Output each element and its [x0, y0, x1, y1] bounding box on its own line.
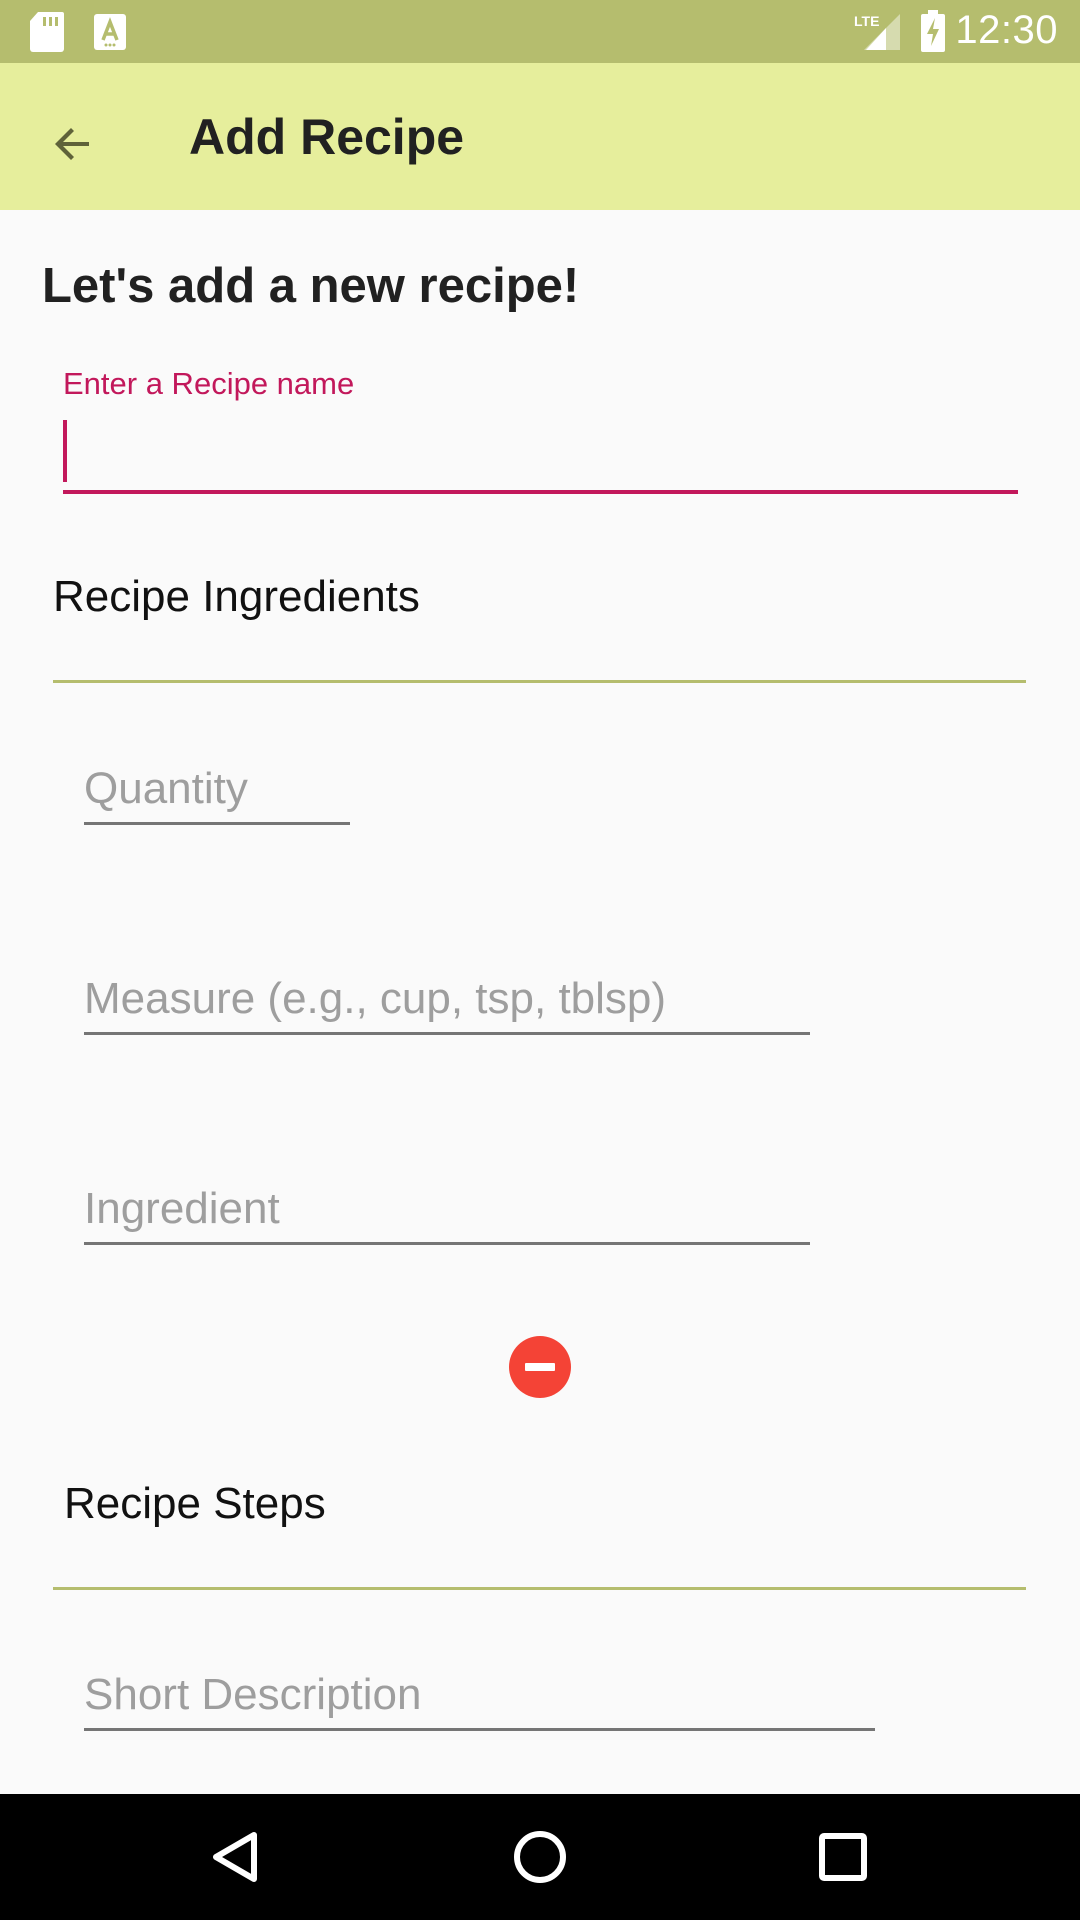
remove-circle-icon	[525, 1363, 555, 1371]
text-cursor	[63, 420, 67, 482]
nav-home-button[interactable]	[500, 1817, 580, 1897]
short-description-input[interactable]	[84, 1670, 875, 1731]
lte-signal-icon: LTE	[852, 10, 902, 57]
back-button[interactable]	[30, 101, 116, 187]
screen: LTE 12:30 Add Recipe Let's add a new rec…	[0, 0, 1080, 1920]
steps-section-title: Recipe Steps	[64, 1479, 326, 1528]
sd-card-icon	[30, 12, 64, 57]
recipe-name-label: Enter a Recipe name	[63, 366, 355, 401]
ingredient-input[interactable]	[84, 1184, 810, 1245]
clock: 12:30	[955, 8, 1058, 52]
steps-divider	[53, 1587, 1026, 1590]
ingredients-section-title: Recipe Ingredients	[53, 572, 420, 621]
battery-charging-icon	[921, 10, 945, 57]
measure-input[interactable]	[84, 974, 810, 1035]
nav-back-button[interactable]	[196, 1817, 276, 1897]
page-title: Add Recipe	[189, 109, 465, 165]
nav-recents-button[interactable]	[803, 1817, 883, 1897]
recents-square-icon	[819, 1833, 867, 1881]
app-bar: Add Recipe	[0, 63, 1080, 210]
font-a-icon	[94, 14, 126, 55]
quantity-input[interactable]	[84, 764, 350, 825]
svg-text:LTE: LTE	[854, 13, 879, 29]
home-circle-icon	[514, 1831, 566, 1883]
recipe-name-input[interactable]	[63, 410, 1018, 494]
arrow-back-icon	[55, 128, 89, 160]
status-bar: LTE 12:30	[0, 0, 1080, 63]
form-heading: Let's add a new recipe!	[42, 259, 580, 313]
remove-ingredient-button[interactable]	[509, 1336, 571, 1398]
system-nav-bar	[0, 1794, 1080, 1920]
back-triangle-icon	[213, 1832, 257, 1882]
ingredients-divider	[53, 680, 1026, 683]
